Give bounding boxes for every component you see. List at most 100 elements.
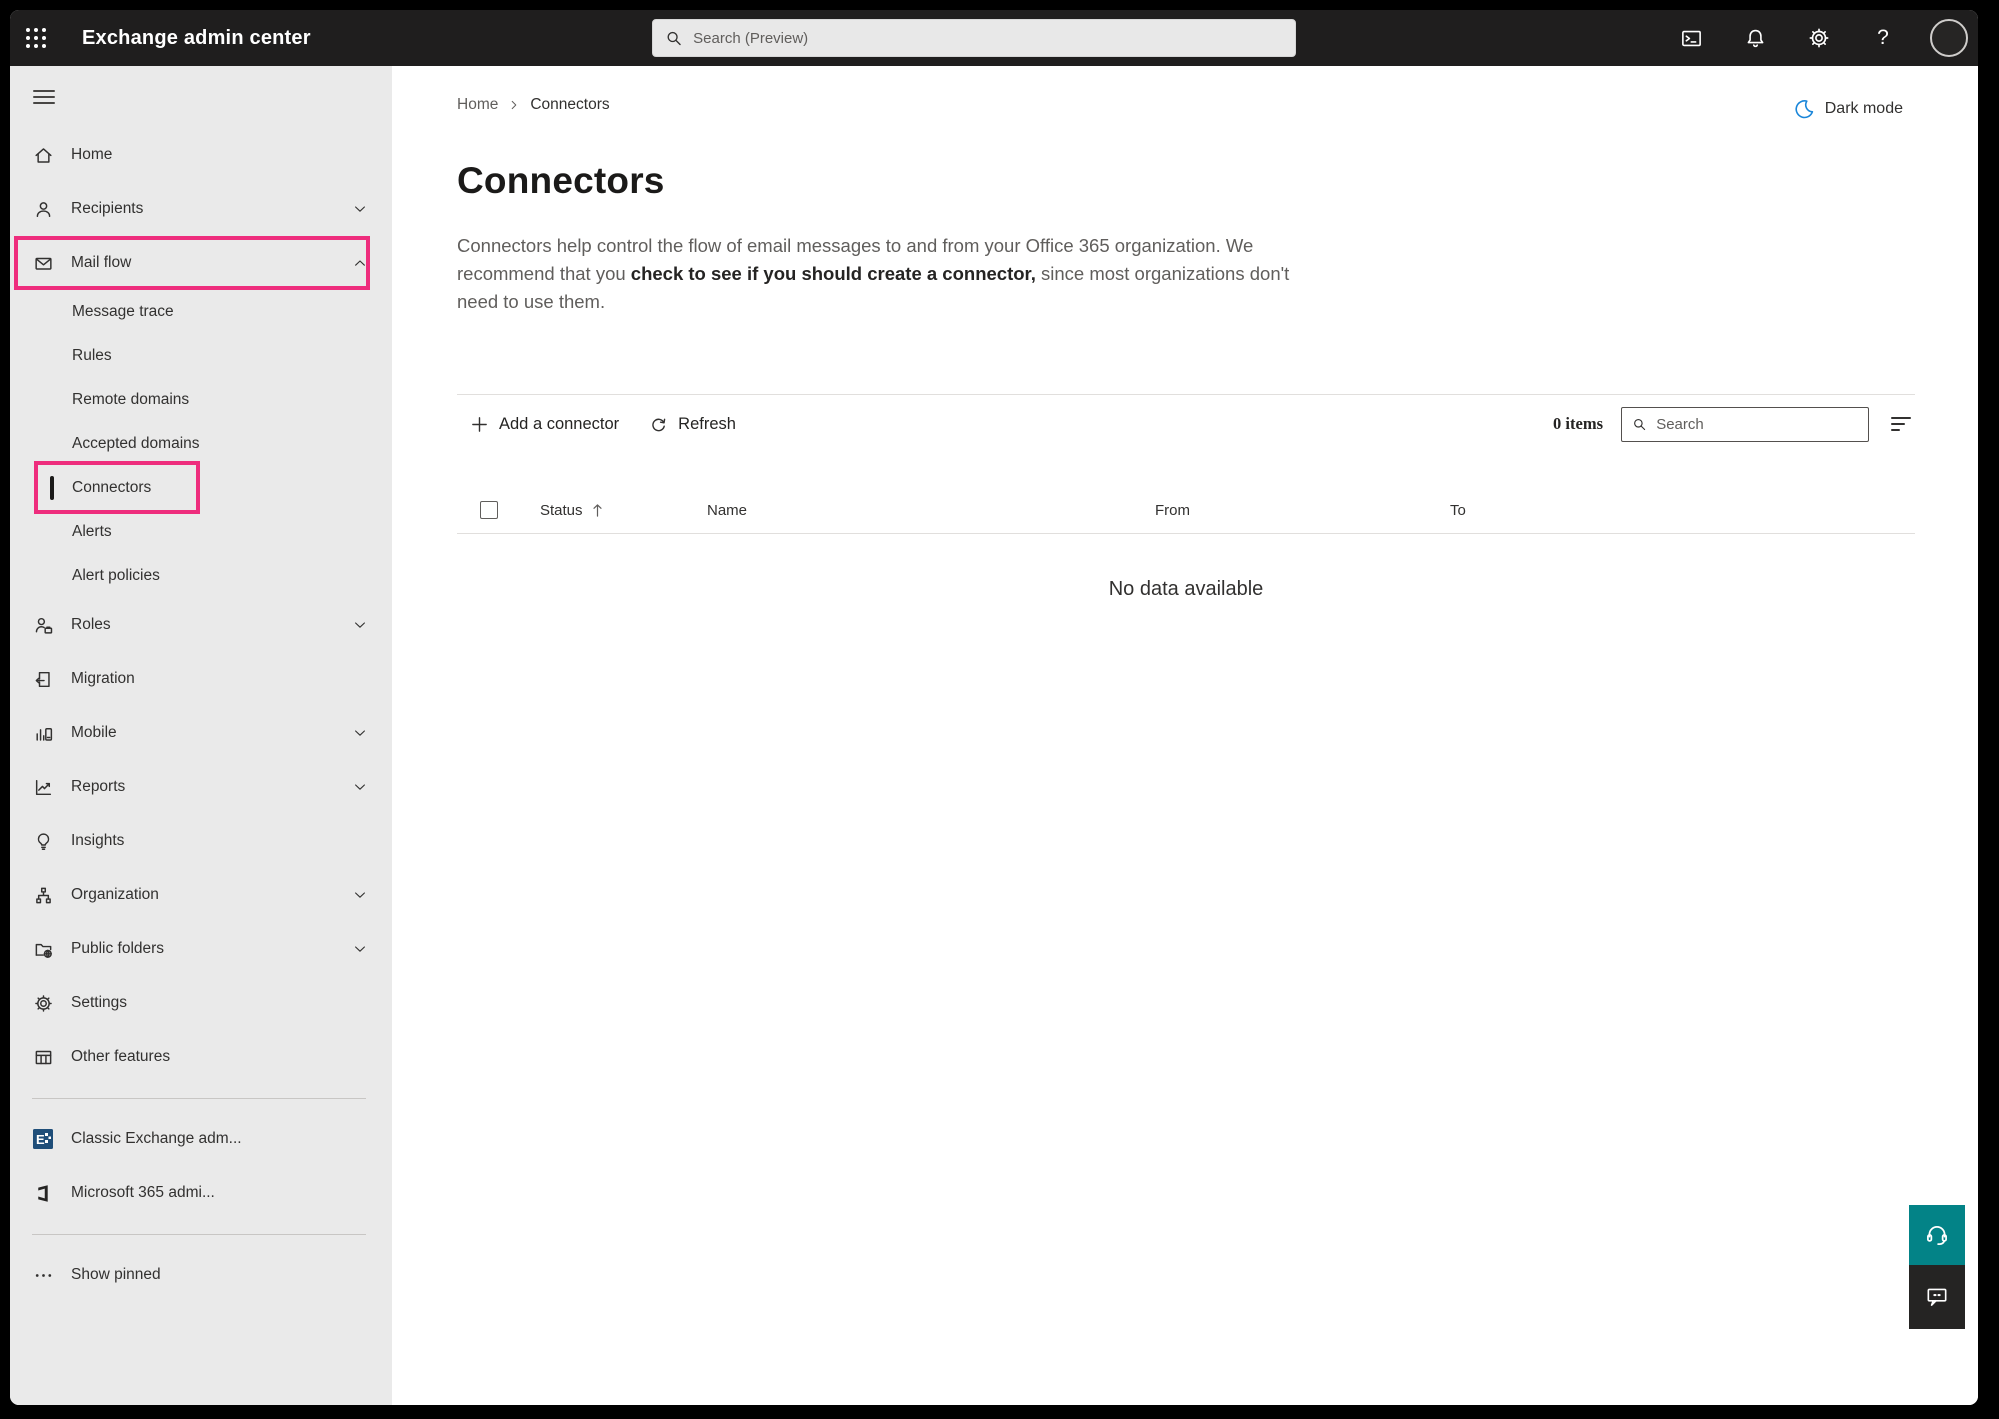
home-icon xyxy=(32,144,54,166)
list-search-input[interactable] xyxy=(1656,416,1858,433)
chevron-right-icon xyxy=(508,99,520,111)
column-header-from[interactable]: From xyxy=(1155,502,1450,519)
sidebar-item-mobile[interactable]: Mobile xyxy=(10,706,392,760)
sidebar-item-label: Microsoft 365 admi... xyxy=(71,1184,215,1202)
sidebar-item-classic-exchange-admin[interactable]: E Classic Exchange adm... xyxy=(10,1112,392,1166)
filter-button[interactable] xyxy=(1887,413,1915,435)
column-label: Status xyxy=(540,502,583,519)
sidebar-item-label: Classic Exchange adm... xyxy=(71,1130,242,1148)
dark-mode-label: Dark mode xyxy=(1825,100,1903,118)
chevron-down-icon xyxy=(352,617,368,633)
sidebar-item-accepted-domains[interactable]: Accepted domains xyxy=(10,422,392,466)
floating-buttons xyxy=(1909,1205,1965,1329)
sort-ascending-icon xyxy=(591,503,604,518)
gear-icon xyxy=(32,992,54,1014)
app-launcher-button[interactable] xyxy=(10,10,62,66)
org-chart-icon xyxy=(32,884,54,906)
add-connector-button[interactable]: Add a connector xyxy=(470,415,619,434)
column-header-to[interactable]: To xyxy=(1450,502,1466,519)
sidebar-item-label: Alerts xyxy=(72,523,112,541)
breadcrumb-home-link[interactable]: Home xyxy=(457,96,498,114)
sidebar-divider xyxy=(32,1234,366,1235)
sidebar-item-microsoft-365-admin[interactable]: Microsoft 365 admi... xyxy=(10,1166,392,1220)
sidebar-item-insights[interactable]: Insights xyxy=(10,814,392,868)
sidebar-item-label: Connectors xyxy=(72,479,151,497)
sidebar-item-label: Message trace xyxy=(72,303,174,321)
lightbulb-icon xyxy=(32,830,54,852)
bell-icon xyxy=(1744,27,1767,50)
sidebar-item-settings[interactable]: Settings xyxy=(10,976,392,1030)
ellipsis-icon xyxy=(32,1264,54,1286)
sidebar-item-roles[interactable]: Roles xyxy=(10,598,392,652)
refresh-label: Refresh xyxy=(678,415,736,434)
person-briefcase-icon xyxy=(32,614,54,636)
toolbar-commands: Add a connector Refresh xyxy=(457,415,736,434)
global-search-input[interactable] xyxy=(693,30,1283,47)
sidebar-item-label: Accepted domains xyxy=(72,435,200,453)
hamburger-icon xyxy=(32,88,56,106)
support-button[interactable] xyxy=(1909,1205,1965,1265)
cloud-shell-button[interactable] xyxy=(1674,21,1708,55)
envelope-icon xyxy=(32,252,54,274)
sidebar-item-reports[interactable]: Reports xyxy=(10,760,392,814)
app-title: Exchange admin center xyxy=(82,27,311,50)
sidebar-item-connectors[interactable]: Connectors xyxy=(10,466,392,510)
list-search-box[interactable] xyxy=(1621,407,1869,442)
sidebar-item-show-pinned[interactable]: Show pinned xyxy=(10,1248,392,1302)
refresh-icon xyxy=(649,415,668,434)
moon-icon xyxy=(1793,98,1815,120)
sidebar-item-label: Rules xyxy=(72,347,112,365)
sidebar-item-home[interactable]: Home xyxy=(10,128,392,182)
sidebar-item-public-folders[interactable]: Public folders xyxy=(10,922,392,976)
sidebar-item-alert-policies[interactable]: Alert policies xyxy=(10,554,392,598)
help-button[interactable]: ? xyxy=(1866,21,1900,55)
column-header-status[interactable]: Status xyxy=(540,502,707,519)
column-header-name[interactable]: Name xyxy=(707,502,1155,519)
sidebar-item-alerts[interactable]: Alerts xyxy=(10,510,392,554)
sidebar-item-label: Mail flow xyxy=(71,254,131,272)
toolbar-right: 0 items xyxy=(1553,407,1915,442)
table-header-divider xyxy=(457,533,1915,534)
sidebar-item-mail-flow[interactable]: Mail flow xyxy=(10,236,392,290)
notifications-button[interactable] xyxy=(1738,21,1772,55)
classic-exchange-logo-icon: E xyxy=(32,1128,54,1150)
sidebar-item-label: Recipients xyxy=(71,200,143,218)
mail-flow-highlight-box xyxy=(14,236,370,290)
list-toolbar: Add a connector Refresh 0 items xyxy=(457,395,1915,453)
sidebar-item-other-features[interactable]: Other features xyxy=(10,1030,392,1084)
global-search-box[interactable] xyxy=(652,19,1296,57)
sidebar-item-rules[interactable]: Rules xyxy=(10,334,392,378)
sidebar-item-message-trace[interactable]: Message trace xyxy=(10,290,392,334)
sidebar-item-label: Mobile xyxy=(71,724,117,742)
settings-button[interactable] xyxy=(1802,21,1836,55)
help-icon: ? xyxy=(1877,26,1889,50)
sidebar-item-label: Remote domains xyxy=(72,391,189,409)
feedback-button[interactable] xyxy=(1909,1265,1965,1329)
sidebar-item-label: Reports xyxy=(71,778,125,796)
chevron-down-icon xyxy=(352,725,368,741)
dark-mode-toggle[interactable]: Dark mode xyxy=(1793,98,1903,120)
collapse-nav-button[interactable] xyxy=(10,66,392,128)
screenshot-frame: Exchange admin center xyxy=(0,0,1999,1419)
select-all-checkbox[interactable] xyxy=(480,501,498,519)
sidebar-divider xyxy=(32,1098,366,1099)
account-avatar[interactable] xyxy=(1930,19,1968,57)
sidebar-nav: Home Recipients Mail flow xyxy=(10,66,392,1405)
sidebar-item-label: Public folders xyxy=(71,940,164,958)
topbar: Exchange admin center xyxy=(10,10,1978,66)
add-connector-label: Add a connector xyxy=(499,415,619,434)
check-connector-link[interactable]: check to see if you should create a conn… xyxy=(631,263,1036,284)
sidebar-item-label: Settings xyxy=(71,994,127,1012)
chevron-down-icon xyxy=(352,941,368,957)
sidebar-item-recipients[interactable]: Recipients xyxy=(10,182,392,236)
search-icon xyxy=(1632,416,1647,433)
sidebar-item-organization[interactable]: Organization xyxy=(10,868,392,922)
sidebar-item-migration[interactable]: Migration xyxy=(10,652,392,706)
microsoft-365-logo-icon xyxy=(32,1182,54,1204)
feedback-bubble-icon xyxy=(1924,1284,1950,1310)
refresh-button[interactable]: Refresh xyxy=(649,415,736,434)
main-content: Home Connectors Dark mode Connectors Con… xyxy=(392,66,1978,1405)
sidebar-item-remote-domains[interactable]: Remote domains xyxy=(10,378,392,422)
sidebar-item-label: Organization xyxy=(71,886,159,904)
sidebar-item-label: Other features xyxy=(71,1048,170,1066)
